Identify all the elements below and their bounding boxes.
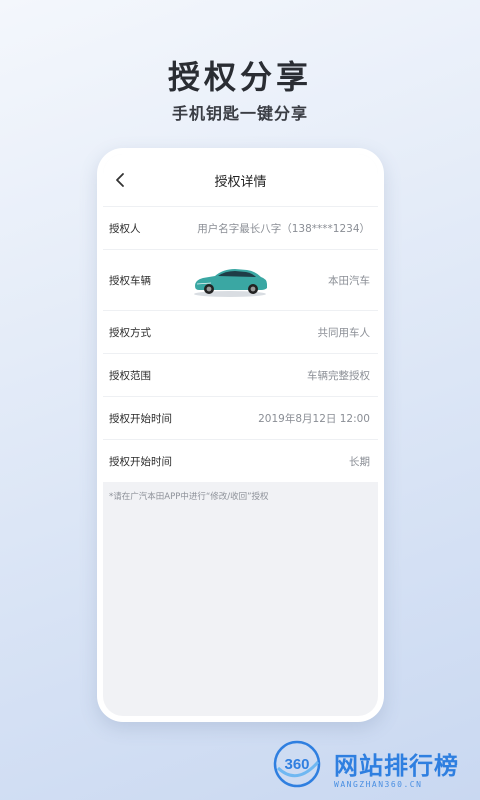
row-label: 授权开始时间: [109, 455, 172, 468]
phone-frame: 授权详情 授权人 用户名字最长八字（138****1234） 授权车辆 本田汽车…: [97, 148, 384, 722]
watermark-text: 网站排行榜: [334, 752, 459, 780]
detail-row-authorizer: 授权人 用户名字最长八字（138****1234）: [103, 206, 378, 249]
360-logo: 360: [273, 740, 321, 788]
row-value: 共同用车人: [317, 326, 371, 339]
watermark-logo-text: 360: [284, 756, 309, 773]
watermark-url: WANGZHAN360.CN: [334, 780, 423, 789]
chevron-left-icon[interactable]: [111, 170, 131, 190]
row-label: 授权方式: [109, 326, 151, 339]
row-value: 长期: [349, 455, 370, 468]
detail-card: 授权详情 授权人 用户名字最长八字（138****1234） 授权车辆 本田汽车…: [103, 154, 378, 482]
phone-screen: 授权详情 授权人 用户名字最长八字（138****1234） 授权车辆 本田汽车…: [103, 154, 378, 716]
row-label: 授权车辆: [109, 274, 151, 287]
hero-subtitle: 手机钥匙一键分享: [171, 104, 308, 123]
detail-row-method: 授权方式 共同用车人: [103, 310, 378, 353]
row-value: 车辆完整授权: [307, 369, 370, 382]
row-value: 本田汽车: [328, 274, 370, 287]
hero-title: 授权分享: [167, 58, 312, 96]
detail-row-duration: 授权开始时间 长期: [103, 439, 378, 482]
row-label: 授权开始时间: [109, 412, 172, 425]
row-value: 2019年8月12日 12:00: [258, 412, 370, 425]
detail-row-scope: 授权范围 车辆完整授权: [103, 353, 378, 396]
row-label: 授权人: [109, 222, 141, 235]
detail-row-start-time: 授权开始时间 2019年8月12日 12:00: [103, 396, 378, 439]
page-title: 授权详情: [214, 174, 267, 190]
row-value: 用户名字最长八字（138****1234）: [197, 222, 370, 235]
watermark: 360 网站排行榜 WANGZHAN360.CN: [268, 738, 478, 798]
car-image: [194, 269, 267, 297]
nav-bar: 授权详情: [103, 154, 378, 206]
footnote: *请在广汽本田APP中进行“修改/收回”授权: [109, 492, 269, 502]
row-label: 授权范围: [109, 369, 151, 382]
detail-row-vehicle: 授权车辆 本田汽车: [103, 249, 378, 310]
